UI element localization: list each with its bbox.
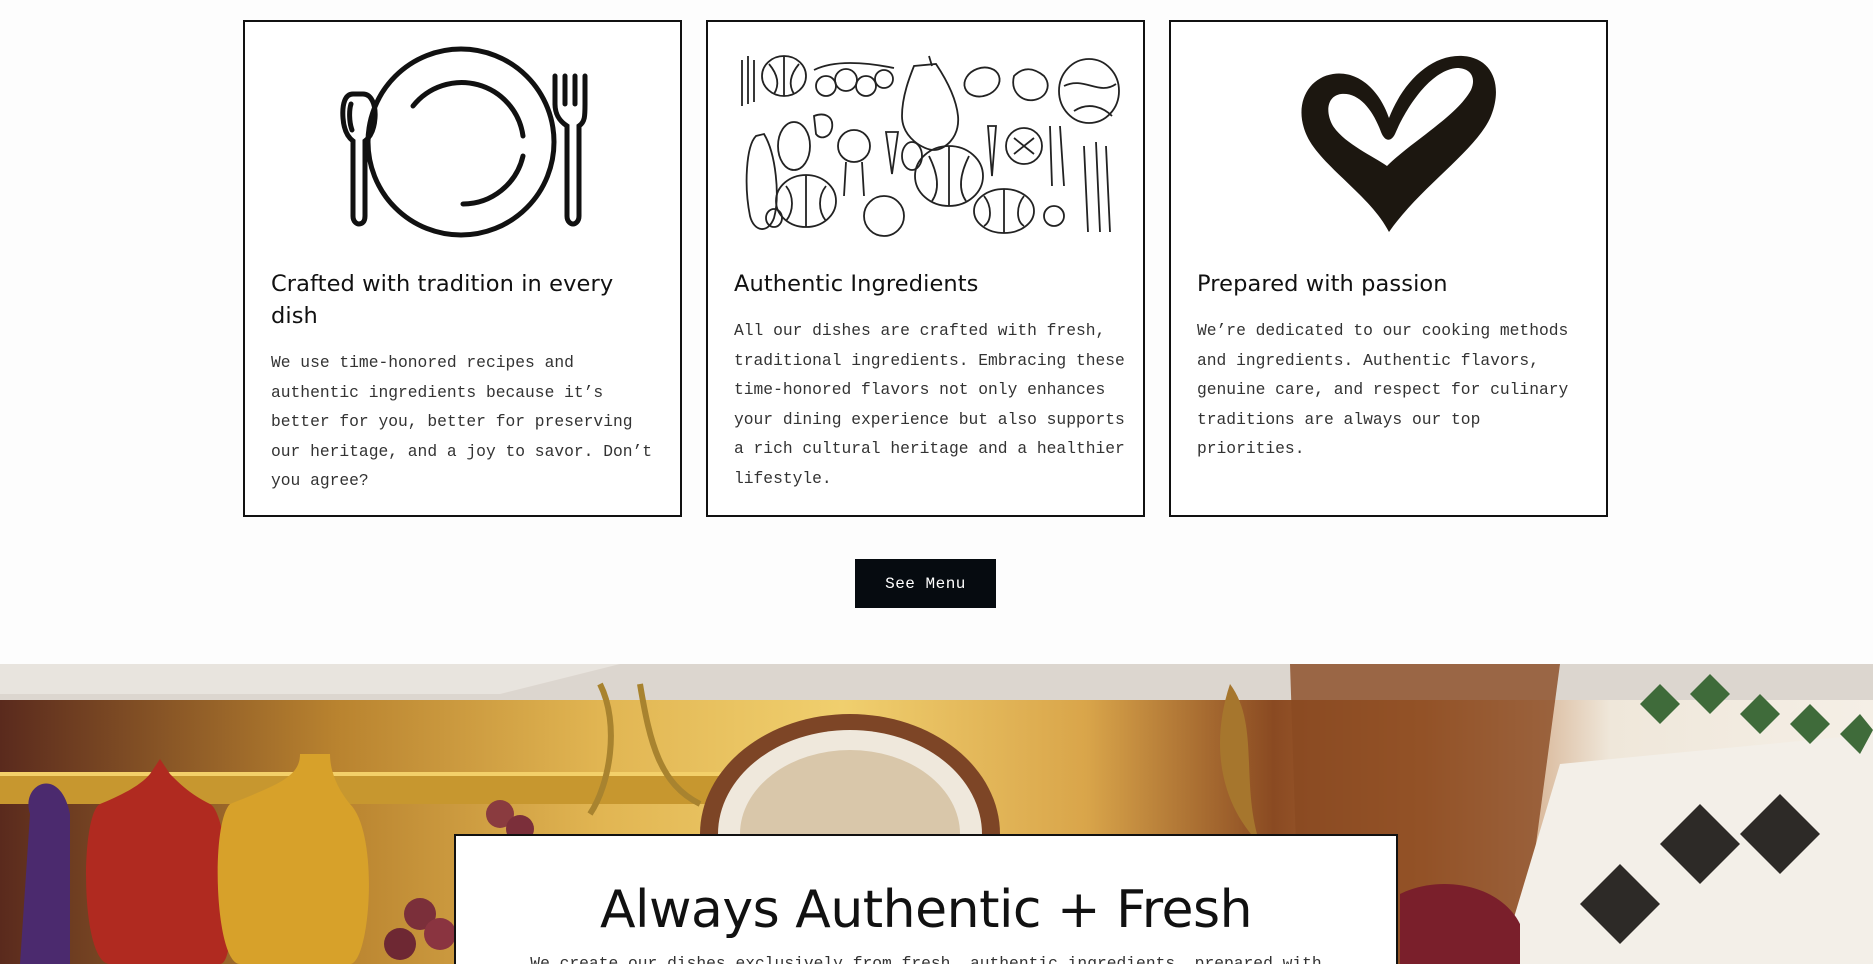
- heart-icon: [1197, 46, 1584, 238]
- feature-title: Crafted with tradition in every dish: [271, 271, 614, 329]
- feature-body: All our dishes are crafted with fresh, t…: [734, 321, 1125, 488]
- banner-text-card: Always Authentic + Fresh We create our d…: [454, 834, 1398, 964]
- features-section: Crafted with tradition in every dish We …: [243, 20, 1608, 517]
- vegetables-illustration: [734, 46, 1121, 238]
- feature-body: We use time-honored recipes and authenti…: [271, 353, 653, 491]
- banner-subtext: We create our dishes exclusively from fr…: [530, 954, 1322, 964]
- see-menu-button[interactable]: See Menu: [855, 559, 996, 608]
- feature-card-passion: Prepared with passion We’re dedicated to…: [1169, 20, 1608, 517]
- feature-card-tradition: Crafted with tradition in every dish We …: [243, 20, 682, 517]
- banner-heading: Always Authentic + Fresh: [599, 880, 1253, 940]
- plate-cutlery-icon: [271, 46, 658, 238]
- feature-title: Authentic Ingredients: [734, 271, 979, 297]
- feature-title: Prepared with passion: [1197, 271, 1448, 297]
- feature-body: We’re dedicated to our cooking methods a…: [1197, 321, 1569, 459]
- feature-card-ingredients: Authentic Ingredients All our dishes are…: [706, 20, 1145, 517]
